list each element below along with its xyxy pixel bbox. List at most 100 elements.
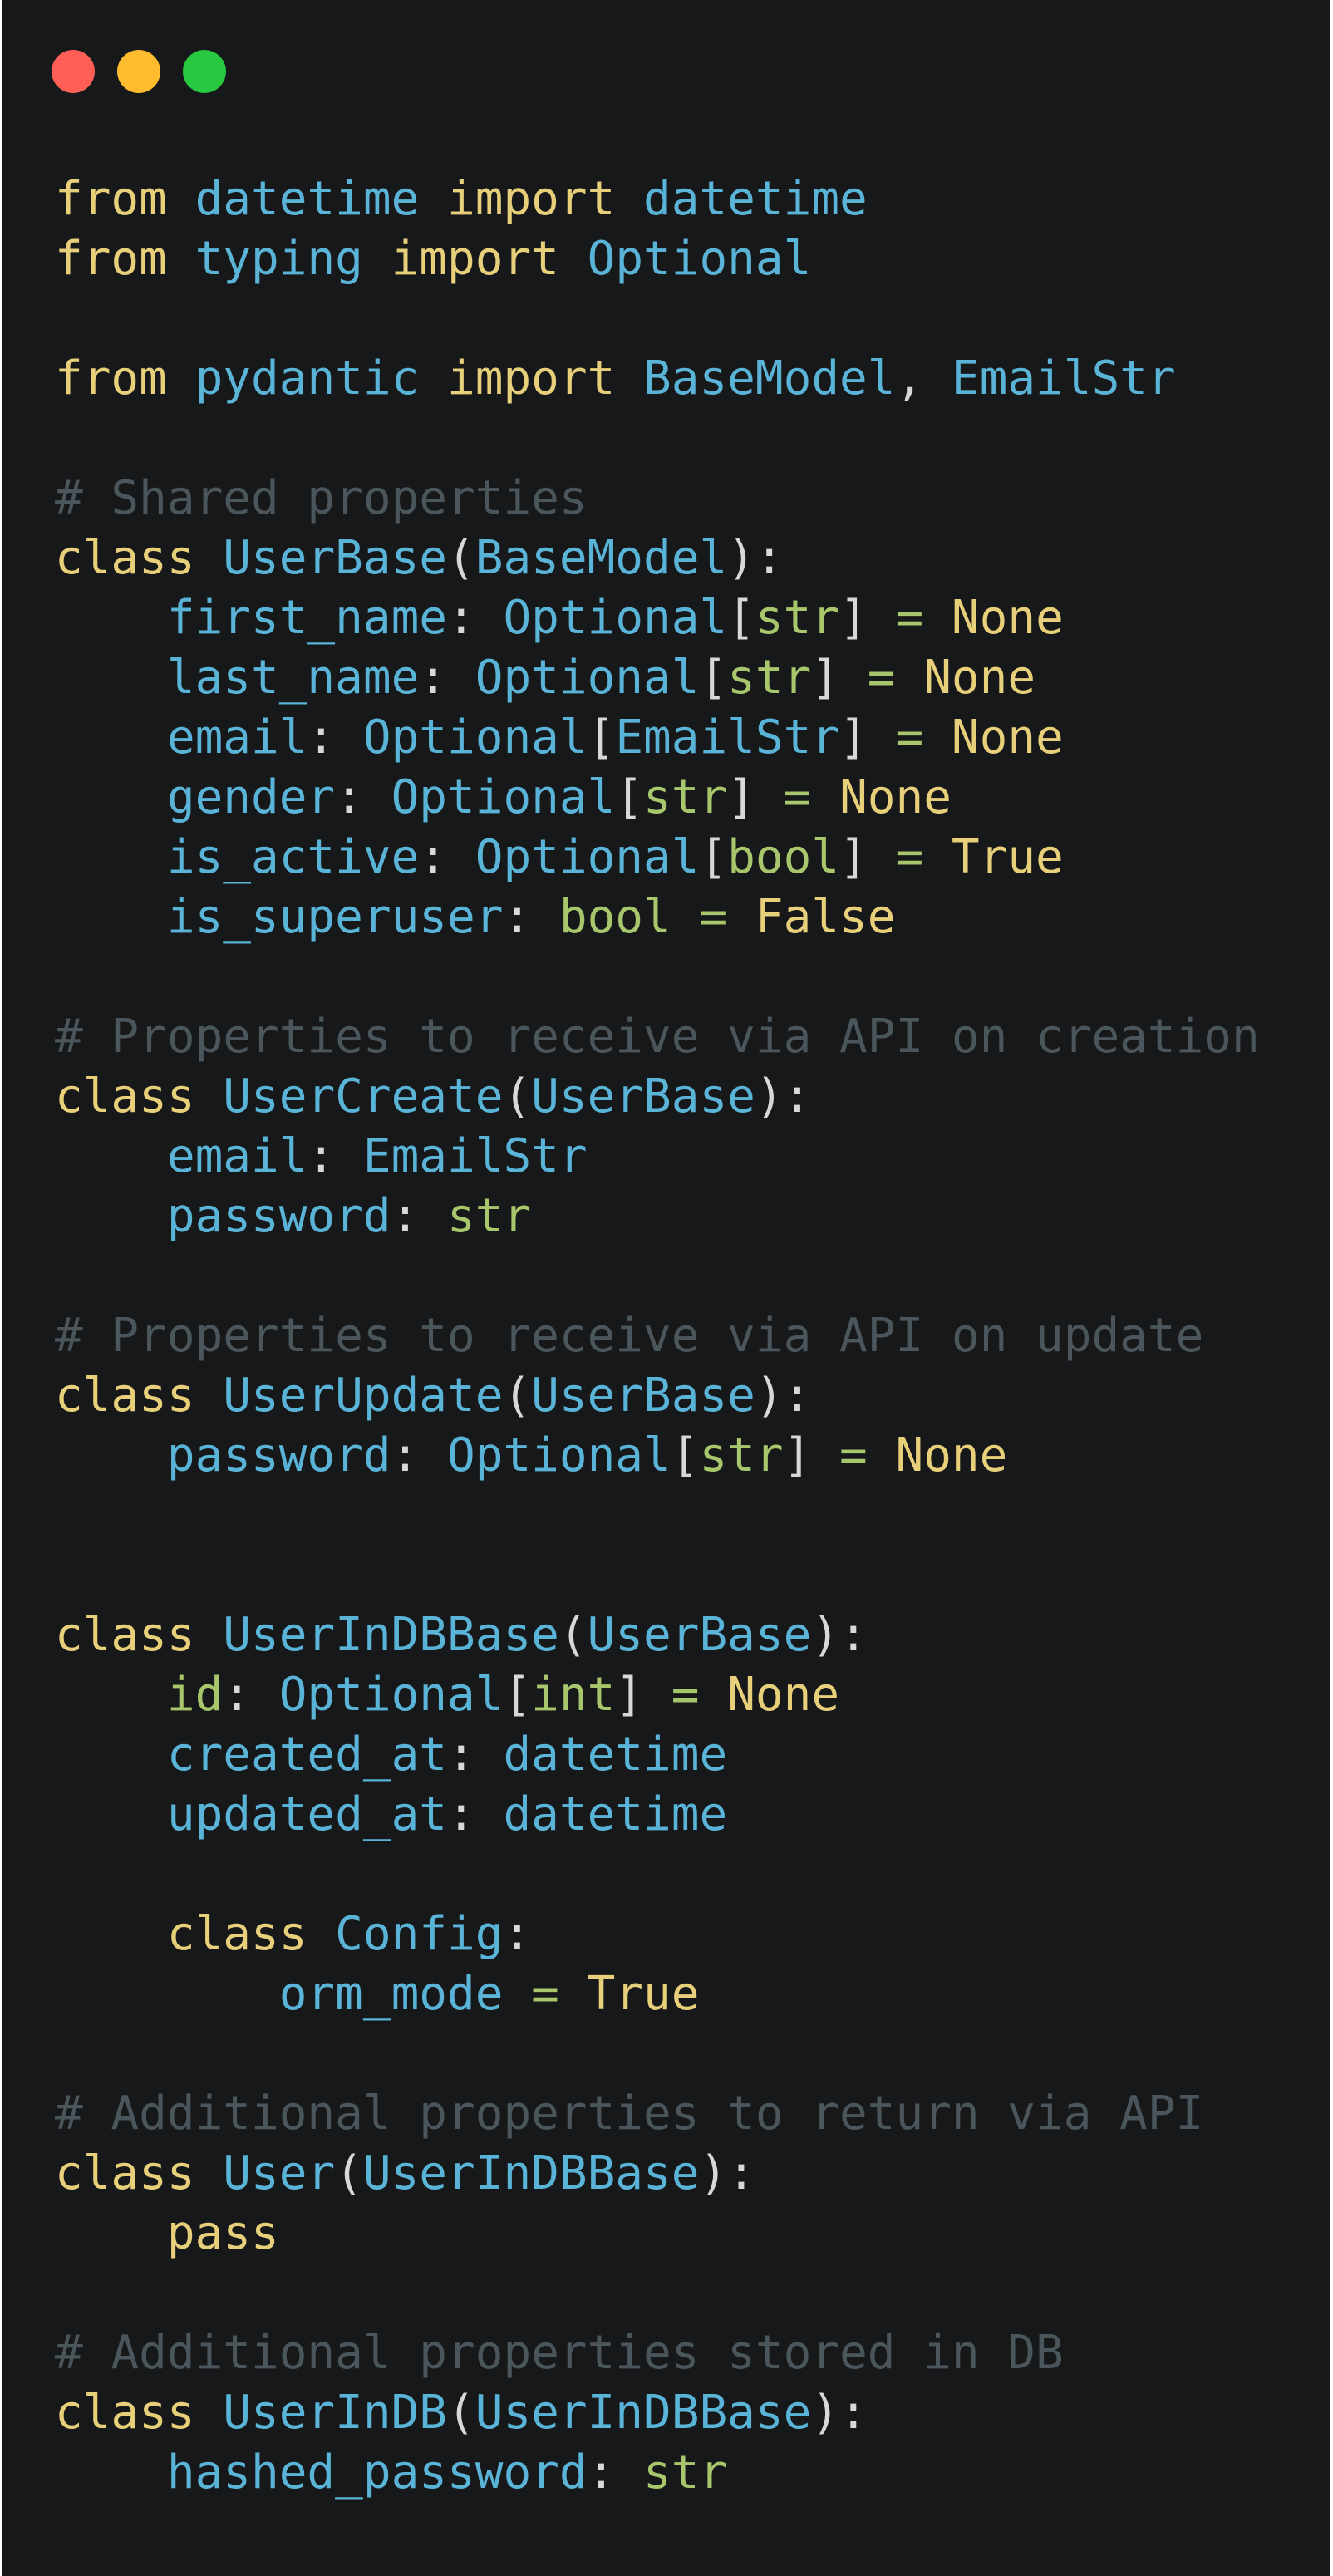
- code-token-ws: [55, 2446, 167, 2500]
- code-token-comment: # Properties to receive via API on creat…: [55, 1010, 1260, 1064]
- code-token-keyword: import: [447, 351, 616, 406]
- code-token-keyword: class: [55, 1608, 195, 1662]
- code-token-punct: [: [615, 770, 644, 824]
- code-token-ident: Optional: [587, 232, 812, 286]
- code-token-ident: is_active: [166, 830, 420, 884]
- code-token-keyword: class: [55, 1369, 195, 1423]
- code-token-ws: [55, 1668, 167, 1722]
- code-token-builtin: str: [447, 1189, 532, 1243]
- code-token-ws: [55, 830, 167, 884]
- code-token-comment: # Additional properties to return via AP…: [55, 2087, 1204, 2141]
- code-token-ident: User: [223, 2146, 336, 2200]
- code-token-punct: ]: [811, 651, 840, 705]
- code-token-punct: :: [503, 890, 559, 944]
- code-token-ws: [55, 1129, 167, 1183]
- code-token-ws: [868, 710, 896, 764]
- code-token-op: =: [867, 651, 896, 705]
- code-token-keyword: class: [55, 2386, 195, 2440]
- code-token-punct: :: [335, 770, 391, 824]
- code-token-punct: :: [307, 1129, 363, 1183]
- code-line: is_active: Optional[bool] = True: [55, 828, 1260, 887]
- code-token-const: None: [951, 591, 1064, 645]
- code-token-ident: UserInDBBase: [223, 1608, 559, 1662]
- code-token-ident: Optional: [362, 710, 588, 764]
- code-token-ws: [195, 1069, 224, 1123]
- code-token-punct: :: [587, 2446, 644, 2500]
- code-token-ws: [868, 830, 896, 884]
- code-token-punct: ):: [755, 1069, 812, 1123]
- code-token-keyword: pass: [166, 2206, 279, 2260]
- code-token-ident: datetime: [503, 1728, 728, 1782]
- code-token-ws: [55, 770, 167, 824]
- code-token-punct: :: [503, 1907, 532, 1961]
- code-token-comment: # Shared properties: [55, 471, 588, 525]
- code-token-punct: ):: [811, 2386, 868, 2440]
- code-token-punct: ]: [783, 1428, 812, 1482]
- code-token-ident: EmailStr: [615, 710, 840, 764]
- code-token-builtin: bool: [727, 830, 840, 884]
- code-token-ident: UserInDBBase: [475, 2386, 812, 2440]
- close-dot[interactable]: [52, 50, 95, 93]
- code-line: # Additional properties to return via AP…: [55, 2084, 1260, 2144]
- code-token-ident: BaseModel: [643, 351, 896, 406]
- code-token-keyword: from: [55, 232, 167, 286]
- code-token-ws: [195, 2386, 224, 2440]
- code-token-keyword: from: [55, 172, 167, 226]
- code-token-const: None: [923, 651, 1036, 705]
- code-token-const: None: [951, 710, 1064, 764]
- code-token-ws: [699, 1668, 727, 1722]
- code-token-ws: [195, 1369, 224, 1423]
- code-token-ws: [55, 651, 167, 705]
- code-token-punct: ):: [755, 1369, 812, 1423]
- code-line: class UserBase(BaseModel):: [55, 528, 1260, 588]
- code-token-punct: :: [447, 1728, 504, 1782]
- code-token-punct: ]: [839, 710, 868, 764]
- code-token-punct: (: [503, 1369, 532, 1423]
- code-token-op: =: [783, 770, 812, 824]
- code-line: pass: [55, 2204, 1260, 2264]
- code-line: created_at: datetime: [55, 1725, 1260, 1785]
- code-token-punct: :: [447, 1787, 504, 1841]
- code-token-ws: [195, 1608, 224, 1662]
- code-token-punct: ]: [839, 830, 868, 884]
- code-token-punct: [: [587, 710, 616, 764]
- code-token-const: True: [951, 830, 1064, 884]
- code-token-const: True: [587, 1967, 700, 2021]
- code-token-punct: (: [558, 1608, 588, 1662]
- code-token-punct: :: [419, 830, 475, 884]
- code-token-punct: [: [699, 830, 728, 884]
- code-token-ident: UserUpdate: [223, 1369, 504, 1423]
- code-token-ident: UserBase: [531, 1369, 755, 1423]
- code-token-ws: [55, 2206, 167, 2260]
- code-token-ident: Config: [335, 1907, 504, 1961]
- code-token-ident: UserBase: [223, 531, 448, 585]
- code-token-ident: EmailStr: [362, 1129, 588, 1183]
- code-token-ident: Optional: [278, 1668, 504, 1722]
- code-token-ident: first_name: [166, 591, 448, 645]
- code-token-ws: [195, 2146, 224, 2200]
- code-token-ws: [167, 351, 195, 406]
- code-line: class UserInDB(UserInDBBase):: [55, 2383, 1260, 2443]
- code-token-punct: (: [503, 1069, 532, 1123]
- code-token-ws: [167, 232, 195, 286]
- code-token-ws: [55, 890, 167, 944]
- code-token-ws: [559, 1967, 588, 2021]
- zoom-dot[interactable]: [183, 50, 226, 93]
- code-token-op: =: [895, 710, 924, 764]
- code-token-keyword: import: [447, 172, 616, 226]
- code-token-op: =: [699, 890, 728, 944]
- code-token-punct: ]: [615, 1668, 644, 1722]
- code-token-ident: UserInDBBase: [362, 2146, 700, 2200]
- code-token-ws: [811, 1428, 839, 1482]
- code-token-punct: (: [447, 2386, 475, 2440]
- code-token-ident: updated_at: [166, 1787, 448, 1841]
- code-token-ws: [55, 1787, 167, 1841]
- code-token-ident: hashed_password: [166, 2446, 588, 2500]
- code-token-ident: Optional: [503, 591, 728, 645]
- minimize-dot[interactable]: [117, 50, 160, 93]
- code-token-ws: [307, 1907, 335, 1961]
